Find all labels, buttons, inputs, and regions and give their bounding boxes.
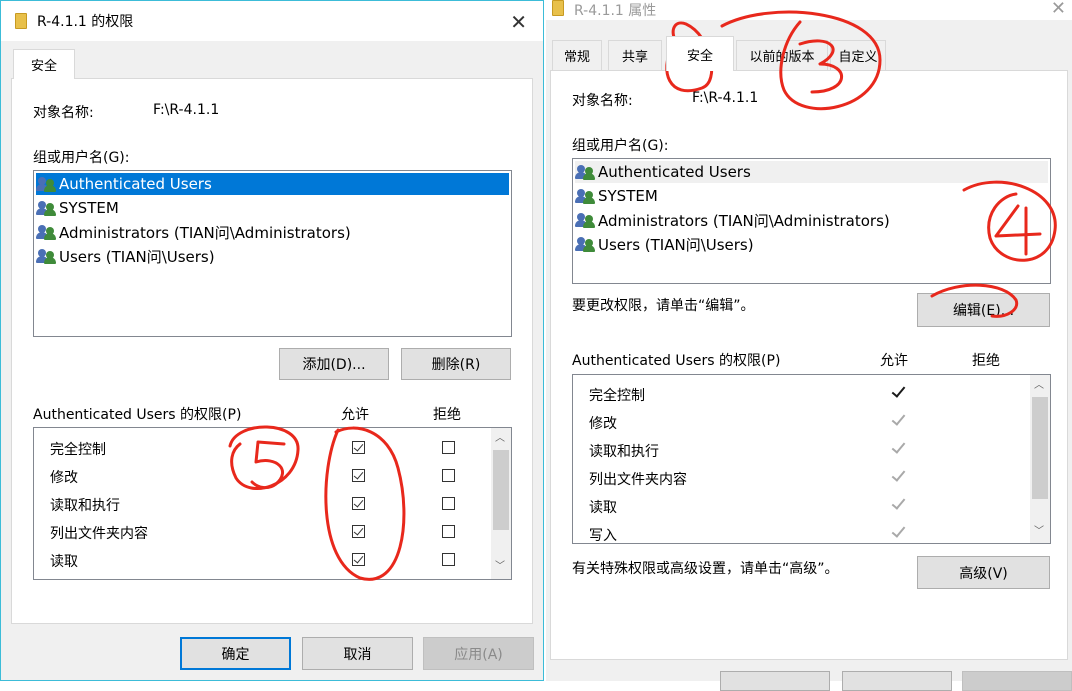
tab-security[interactable]: 安全: [13, 49, 75, 79]
tab-security-label: 安全: [686, 48, 713, 64]
annotation-circle-3b: [720, 10, 882, 111]
annotation-layer: [228, 10, 1057, 581]
annotation-digit-5: [250, 440, 286, 490]
tab-security-label: 安全: [30, 59, 57, 74]
annotation-loop-allow: [324, 426, 406, 581]
tab-security[interactable]: 安全: [666, 36, 734, 71]
annotation-digit-3: [798, 39, 843, 94]
annotation-circle-5: [228, 425, 300, 490]
annotation-circle-4: [962, 180, 1057, 262]
annotation-underline-edit: [930, 283, 1019, 318]
annotation-digit-4: [994, 204, 1042, 256]
